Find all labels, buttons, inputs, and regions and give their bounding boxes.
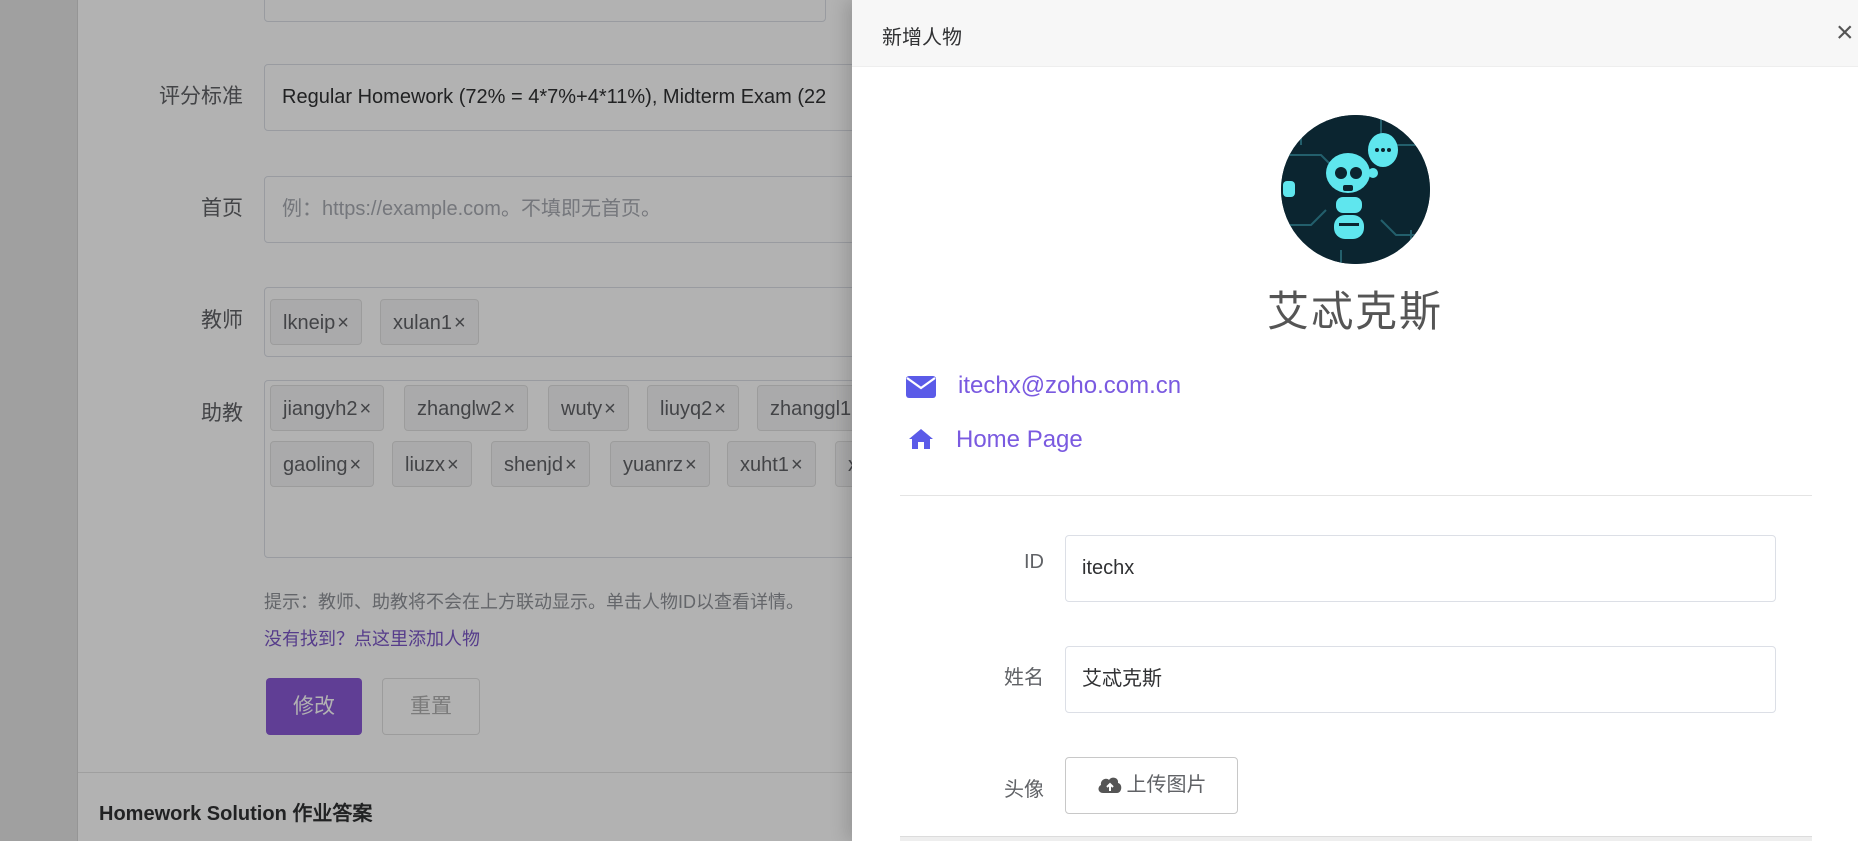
id-label: ID (1024, 551, 1044, 573)
name-input[interactable]: 艾忒克斯 (1065, 646, 1776, 713)
drawer-header (852, 0, 1858, 67)
upload-image-button[interactable]: 上传图片 (1065, 757, 1238, 814)
drawer-title: 新增人物 (882, 27, 962, 49)
home-icon (908, 428, 934, 455)
email-link[interactable]: itechx@zoho.com.cn (958, 372, 1181, 400)
cloud-upload-icon (1098, 777, 1121, 793)
table-top-edge (900, 836, 1812, 841)
avatar (1281, 115, 1430, 264)
id-input[interactable]: itechx (1065, 535, 1776, 602)
person-name: 艾忒克斯 (1266, 288, 1443, 335)
name-label: 姓名 (1004, 667, 1044, 689)
drawer-divider (900, 495, 1812, 496)
upload-label: 上传图片 (1126, 774, 1207, 796)
envelope-icon (906, 376, 936, 403)
avatar-label: 头像 (1004, 779, 1044, 801)
close-icon[interactable]: × (1836, 18, 1854, 48)
add-person-drawer: 新增人物 × 艾忒克斯 itechx@zoho.com.cn Home Page… (852, 0, 1858, 841)
homepage-link[interactable]: Home Page (956, 426, 1083, 454)
